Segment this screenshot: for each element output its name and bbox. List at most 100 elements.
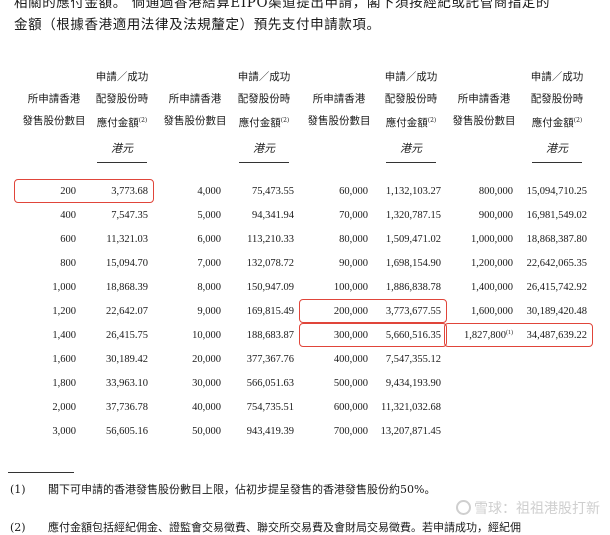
amount-cell: 15,094,710.25	[526, 186, 587, 197]
amount-header-note: (2)	[573, 117, 583, 124]
shares-cell: 600,000	[333, 402, 368, 413]
amount-cell: 132,078.72	[246, 258, 294, 269]
amount-cell: 943,419.39	[246, 426, 294, 437]
unit-label: 港元	[111, 142, 133, 155]
highlight-box	[299, 299, 447, 323]
unit-underline	[532, 162, 582, 163]
amount-header-line-1: 申請／成功	[237, 71, 291, 83]
shares-cell: 1,400,000	[471, 282, 513, 293]
shares-cell: 1,600,000	[471, 306, 513, 317]
amount-header-line-1: 申請／成功	[530, 71, 584, 83]
shares-cell: 800,000	[478, 186, 513, 197]
amount-cell: 30,189.42	[106, 354, 148, 365]
snowball-logo-icon	[456, 500, 471, 515]
amount-cell: 33,963.10	[106, 378, 148, 389]
shares-cell: 7,000	[197, 258, 221, 269]
shares-cell: 600	[60, 234, 76, 245]
amount-header-note: (2)	[427, 117, 437, 124]
highlight-box	[14, 179, 154, 203]
amount-cell: 7,547.35	[111, 210, 148, 221]
shares-cell: 40,000	[192, 402, 221, 413]
shares-cell: 1,200,000	[471, 258, 513, 269]
shares-cell: 800	[60, 258, 76, 269]
amount-header-line-1: 申請／成功	[384, 71, 438, 83]
highlight-box	[299, 323, 447, 347]
amount-cell: 26,415.75	[106, 330, 148, 341]
amount-cell: 37,736.78	[106, 402, 148, 413]
footnote-2-text: 應付金額包括經紀佣金、證監會交易徵費、聯交所交易費及會財局交易徵費。若申請成功，…	[48, 521, 521, 534]
amount-header-line-2: 配發股份時	[530, 93, 584, 105]
amount-cell: 1,509,471.02	[385, 234, 441, 245]
unit-label: 港元	[400, 142, 422, 155]
footnote-1-text: 閣下可申請的香港發售股份數目上限，佔初步提呈發售的香港發售股份約50%。	[48, 483, 436, 496]
footnote-divider	[8, 472, 74, 473]
watermark: 雪球：祖祖港股打新	[456, 498, 600, 518]
amount-cell: 9,434,193.90	[385, 378, 441, 389]
amount-cell: 566,051.63	[246, 378, 294, 389]
amount-cell: 1,132,103.27	[385, 186, 441, 197]
amount-cell: 188,683.87	[246, 330, 294, 341]
shares-cell: 3,000	[52, 426, 76, 437]
amount-header-note: (2)	[138, 117, 148, 124]
amount-cell: 30,189,420.48	[526, 306, 587, 317]
shares-cell: 400,000	[333, 354, 368, 365]
shares-cell: 4,000	[197, 186, 221, 197]
shares-cell: 60,000	[339, 186, 368, 197]
shares-cell: 5,000	[197, 210, 221, 221]
amount-cell: 11,321.03	[106, 234, 148, 245]
amount-cell: 26,415,742.92	[526, 282, 587, 293]
intro-line-2: 金額（根據香港適用法律及法規釐定）預先支付申請款項。	[14, 17, 381, 33]
amount-cell: 11,321,032.68	[381, 402, 441, 413]
footnote-2: (2) 應付金額包括經紀佣金、證監會交易徵費、聯交所交易費及會財局交易徵費。若申請…	[10, 519, 521, 535]
shares-cell: 500,000	[333, 378, 368, 389]
amount-cell: 113,210.33	[247, 234, 294, 245]
amount-cell: 150,947.09	[246, 282, 294, 293]
shares-cell: 50,000	[192, 426, 221, 437]
shares-cell: 2,000	[52, 402, 76, 413]
shares-cell: 400	[60, 210, 76, 221]
unit-label: 港元	[546, 142, 568, 155]
shares-cell: 100,000	[333, 282, 368, 293]
amount-header: 申請／成功配發股份時應付金額(2)	[512, 66, 602, 134]
amount-cell: 16,981,549.02	[526, 210, 587, 221]
shares-cell: 8,000	[197, 282, 221, 293]
amount-cell: 18,868.39	[106, 282, 148, 293]
amount-cell: 7,547,355.12	[385, 354, 441, 365]
amount-cell: 22,642.07	[106, 306, 148, 317]
amount-cell: 377,367.76	[246, 354, 294, 365]
shares-cell: 1,000	[52, 282, 76, 293]
amount-header-note: (2)	[280, 117, 290, 124]
amount-cell: 15,094.70	[106, 258, 148, 269]
amount-cell: 1,886,838.78	[385, 282, 441, 293]
amount-cell: 1,698,154.90	[385, 258, 441, 269]
amount-header-line-3: 應付金額(2)	[531, 117, 583, 129]
amount-cell: 754,735.51	[246, 402, 294, 413]
shares-cell: 70,000	[339, 210, 368, 221]
watermark-text: 雪球：祖祖港股打新	[474, 501, 600, 517]
intro-line-1: 相關的應付金額。 倘通過香港結算EIPO渠道提出申請，閣下須按經紀或託管商指定的	[14, 0, 551, 11]
footnote-2-number: (2)	[10, 521, 26, 534]
amount-cell: 169,815.49	[246, 306, 294, 317]
shares-cell: 9,000	[197, 306, 221, 317]
shares-cell: 90,000	[339, 258, 368, 269]
highlight-box	[444, 323, 593, 347]
shares-cell: 20,000	[192, 354, 221, 365]
footnote-1: (1) 閣下可申請的香港發售股份數目上限，佔初步提呈發售的香港發售股份約50%。	[10, 481, 435, 497]
shares-cell: 30,000	[192, 378, 221, 389]
shares-cell: 10,000	[192, 330, 221, 341]
shares-cell: 700,000	[333, 426, 368, 437]
shares-cell: 80,000	[339, 234, 368, 245]
shares-cell: 1,400	[52, 330, 76, 341]
unit-underline	[97, 162, 147, 163]
amount-cell: 18,868,387.80	[526, 234, 587, 245]
amount-cell: 94,341.94	[252, 210, 294, 221]
amount-cell: 1,320,787.15	[385, 210, 441, 221]
amount-cell: 56,605.16	[106, 426, 148, 437]
footnote-1-number: (1)	[10, 483, 26, 496]
amount-cell: 22,642,065.35	[526, 258, 587, 269]
unit-label: 港元	[253, 142, 275, 155]
shares-cell: 6,000	[197, 234, 221, 245]
unit-underline	[386, 162, 436, 163]
shares-cell: 1,800	[52, 378, 76, 389]
shares-cell: 1,000,000	[471, 234, 513, 245]
